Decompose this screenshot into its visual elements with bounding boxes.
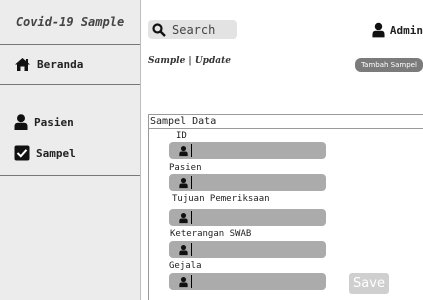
top-bar: Search Admin bbox=[141, 0, 423, 44]
field-label-tujuan: Tujuan Pemeriksaan bbox=[172, 194, 270, 204]
form-title: Sampel Data bbox=[150, 116, 217, 127]
user-menu[interactable]: Admin bbox=[372, 22, 423, 38]
text-cursor bbox=[191, 243, 192, 256]
text-cursor bbox=[191, 211, 192, 224]
sidebar-item-label: Sampel bbox=[36, 146, 76, 160]
search-input[interactable]: Search bbox=[148, 20, 237, 39]
user-icon bbox=[179, 276, 188, 288]
text-cursor bbox=[191, 176, 192, 189]
user-name: Admin bbox=[389, 23, 423, 37]
sidebar-item-label: Pasien bbox=[34, 115, 74, 129]
tujuan-pemeriksaan-field[interactable] bbox=[169, 209, 326, 226]
sidebar-item-pasien[interactable]: Pasien bbox=[14, 114, 74, 130]
checkbox-icon bbox=[14, 145, 30, 161]
sidebar-divider bbox=[0, 175, 140, 176]
sidebar-divider bbox=[0, 44, 140, 45]
field-label-id: ID bbox=[176, 131, 187, 141]
user-icon bbox=[372, 22, 385, 38]
add-sample-button[interactable]: Tambah Sampel bbox=[355, 58, 423, 72]
gejala-field[interactable] bbox=[169, 273, 326, 290]
user-icon bbox=[179, 244, 188, 256]
sidebar-item-sampel[interactable]: Sampel bbox=[14, 145, 76, 161]
id-field[interactable] bbox=[169, 142, 326, 159]
field-label-keterangan: Keterangan SWAB bbox=[170, 229, 252, 239]
user-icon bbox=[179, 212, 188, 224]
sidebar-item-label: Beranda bbox=[37, 58, 84, 71]
breadcrumb: Sample | Update bbox=[148, 56, 231, 66]
app-title: Covid-19 Sample bbox=[15, 15, 125, 29]
search-icon bbox=[152, 22, 166, 37]
user-icon bbox=[179, 145, 188, 157]
sidebar: Covid-19 Sample Beranda Pasien Sampel bbox=[0, 0, 141, 300]
pasien-field[interactable] bbox=[169, 174, 326, 191]
field-label-pasien: Pasien bbox=[169, 163, 202, 173]
sidebar-item-beranda[interactable]: Beranda bbox=[14, 57, 83, 72]
form-title-divider bbox=[149, 128, 423, 129]
field-label-gejala: Gejala bbox=[169, 261, 202, 271]
text-cursor bbox=[191, 275, 192, 288]
home-icon bbox=[14, 57, 31, 72]
user-icon bbox=[14, 114, 28, 130]
sidebar-divider bbox=[0, 84, 140, 85]
text-cursor bbox=[191, 144, 192, 157]
user-icon bbox=[179, 177, 188, 189]
search-placeholder: Search bbox=[172, 22, 216, 37]
keterangan-swab-field[interactable] bbox=[169, 241, 326, 258]
save-button[interactable]: Save bbox=[349, 273, 389, 294]
